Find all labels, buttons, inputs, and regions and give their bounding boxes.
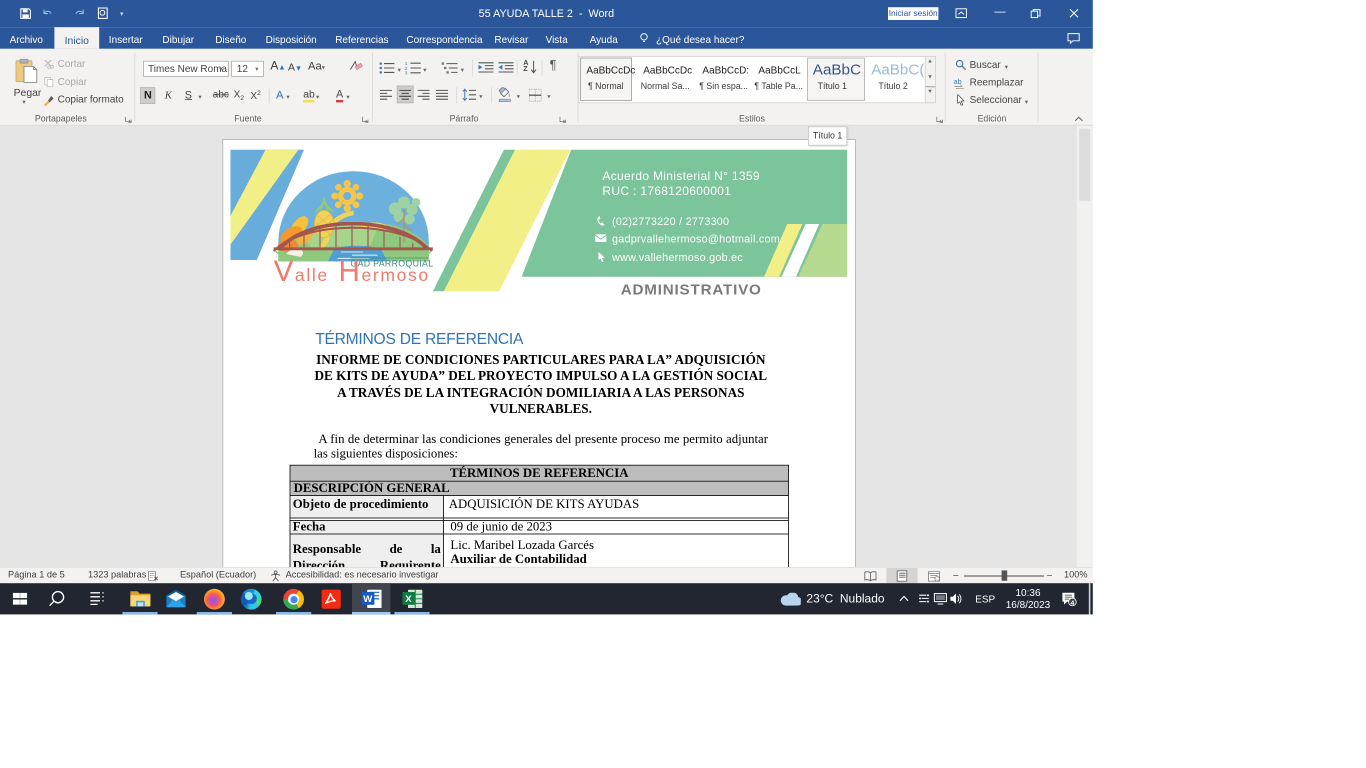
svg-text:(02)2773220 / 2773300: (02)2773220 / 2773300	[612, 216, 729, 228]
svg-text:Acuerdo Ministerial N° 1359: Acuerdo Ministerial N° 1359	[602, 169, 760, 183]
svg-text:gadprvallehermoso@hotmail.com: gadprvallehermoso@hotmail.com	[612, 233, 780, 245]
svg-text:3: 3	[405, 70, 408, 74]
svg-text:4: 4	[1071, 600, 1075, 607]
svg-text:www.vallehermoso.gob.ec: www.vallehermoso.gob.ec	[611, 252, 743, 264]
svg-text:ab: ab	[954, 78, 962, 86]
svg-text:W: W	[363, 594, 373, 605]
svg-text:X: X	[405, 594, 412, 605]
svg-text:RUC : 1768120600001: RUC : 1768120600001	[602, 184, 731, 198]
